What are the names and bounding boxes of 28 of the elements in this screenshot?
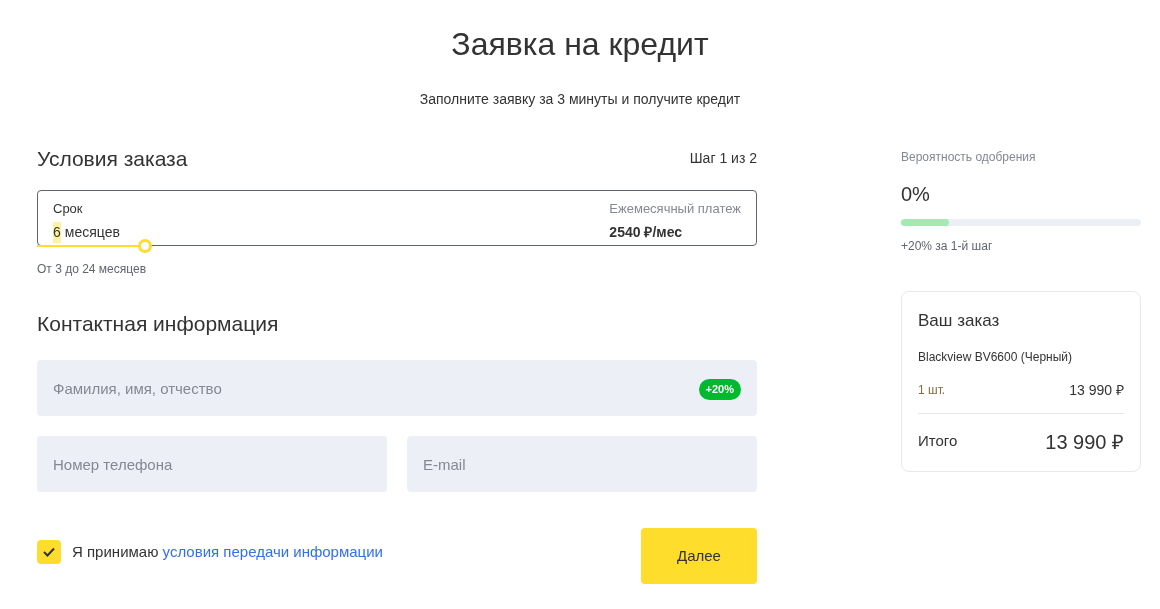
section-heading: Условия заказа <box>37 146 188 172</box>
term-unit: месяцев <box>64 223 120 242</box>
section-heading: Контактная информация <box>37 310 280 337</box>
page-title: Заявка на кредит <box>451 25 709 64</box>
product-name: Blackview BV6600 (Черный) <box>918 348 1073 366</box>
payment-value: 2540 ₽/мес <box>609 223 684 242</box>
order-title: Ваш заказ <box>918 310 1001 332</box>
step-indicator: Шаг 1 из 2 <box>689 149 757 169</box>
next-button[interactable]: Далее <box>641 528 757 584</box>
term-number: 6 <box>53 222 61 243</box>
input-field[interactable]: Номер телефона <box>37 436 387 492</box>
total-label: Итого <box>918 431 958 452</box>
approval-label: Вероятность одобрения <box>901 149 1037 166</box>
terms-link[interactable]: условия передачи информации <box>162 542 383 560</box>
payment-label: Ежемесячный платеж <box>609 199 741 218</box>
quantity: 1 шт. <box>918 382 946 399</box>
approval-value: 0% <box>901 182 931 207</box>
page-subtitle: Заполните заявку за 3 минуты и получите кредит <box>419 90 741 109</box>
checkmark-icon <box>43 547 55 557</box>
total-price: 13 990 ₽ <box>1045 429 1124 455</box>
product-price: 13 990 ₽ <box>1069 380 1124 400</box>
input-field[interactable]: E-mail <box>407 436 757 492</box>
term-label: Срок <box>53 199 84 218</box>
consent-checkbox[interactable] <box>37 540 61 564</box>
consent-text: Я принимаю условия передачи информации <box>72 541 383 562</box>
term-hint: От 3 до 24 месяцев <box>37 260 148 278</box>
approval-note: +20% за 1-й шаг <box>901 238 994 255</box>
slider-thumb[interactable] <box>138 238 152 253</box>
